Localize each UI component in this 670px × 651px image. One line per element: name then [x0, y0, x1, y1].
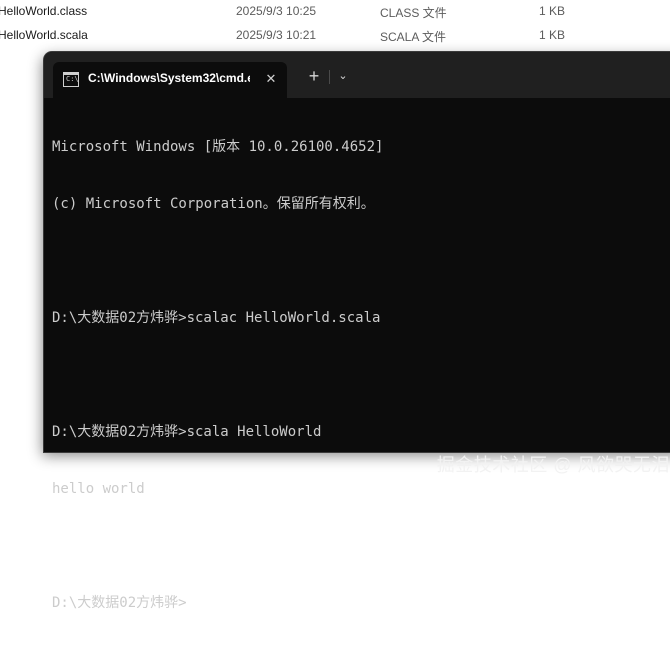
file-row[interactable]: HelloWorld.class 2025/9/3 10:25 CLASS 文件… — [0, 0, 670, 24]
terminal-window[interactable]: C:\ C:\Windows\System32\cmd.exe ✕ + ⌄ Mi… — [44, 52, 670, 611]
console-line: (c) Microsoft Corporation。保留所有权利。 — [52, 196, 375, 212]
console-output[interactable]: Microsoft Windows [版本 10.0.26100.4652] (… — [52, 98, 670, 611]
console-line: Microsoft Windows [版本 10.0.26100.4652] — [52, 139, 384, 155]
watermark: 掘金技术社区 @ 风欲哭无泪 — [436, 455, 670, 475]
file-date: 2025/9/3 10:25 — [236, 4, 317, 18]
console-line: D:\大数据02方炜骅>scala HelloWorld — [52, 424, 322, 440]
title-bar[interactable]: C:\ C:\Windows\System32\cmd.exe ✕ + ⌄ — [44, 52, 670, 98]
tab-separator — [329, 70, 330, 84]
tab-title: C:\Windows\System32\cmd.exe — [88, 71, 250, 85]
tab-cmd[interactable]: C:\ C:\Windows\System32\cmd.exe ✕ — [53, 62, 287, 98]
plus-icon[interactable]: + — [302, 64, 326, 88]
console-prompt: D:\大数据02方炜骅> — [52, 595, 187, 611]
file-type: CLASS 文件 — [380, 6, 447, 20]
file-size: 1 KB — [539, 28, 566, 42]
chevron-down-icon[interactable]: ⌄ — [331, 64, 355, 88]
file-explorer-list: HelloWorld.class 2025/9/3 10:25 CLASS 文件… — [0, 0, 670, 60]
file-name: HelloWorld.scala — [0, 28, 88, 42]
file-date: 2025/9/3 10:21 — [236, 28, 317, 42]
file-name: HelloWorld.class — [0, 4, 88, 18]
file-type: SCALA 文件 — [380, 30, 447, 44]
file-row[interactable]: HelloWorld.scala 2025/9/3 10:21 SCALA 文件… — [0, 24, 670, 48]
console-prompt-line[interactable]: D:\大数据02方炜骅> — [52, 594, 670, 613]
text-cursor — [186, 594, 189, 610]
console-line: D:\大数据02方炜骅>scalac HelloWorld.scala — [52, 310, 381, 326]
file-size: 1 KB — [539, 4, 566, 18]
console-line: hello world — [52, 481, 145, 497]
cmd-icon-glyph: C:\ — [66, 75, 79, 83]
close-icon[interactable]: ✕ — [260, 68, 282, 90]
cmd-icon: C:\ — [63, 72, 79, 87]
